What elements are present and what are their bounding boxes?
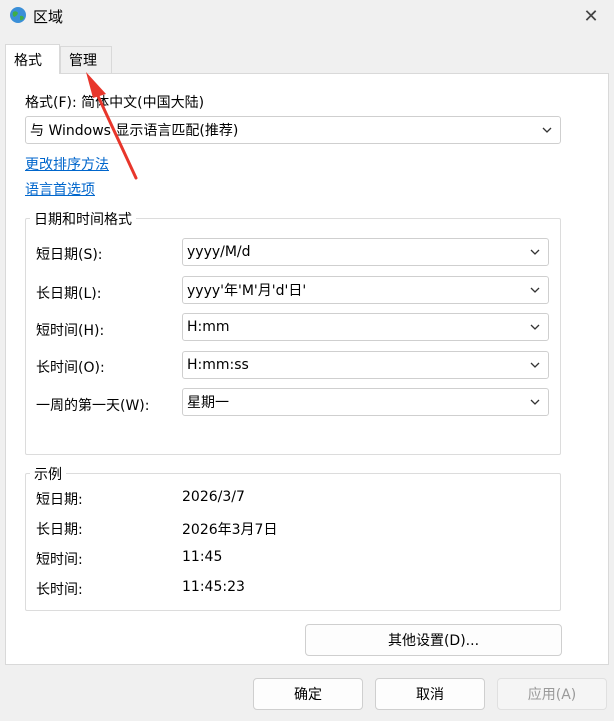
apply-button[interactable]: 应用(A) <box>497 678 607 710</box>
long-date-value: yyyy'年'M'月'd'日' <box>187 283 307 299</box>
globe-icon <box>10 7 26 23</box>
cancel-button[interactable]: 取消 <box>375 678 485 710</box>
short-time-select[interactable]: H:mm <box>182 313 549 341</box>
example-long-time-label: 长时间: <box>36 582 83 598</box>
chevron-down-icon <box>530 399 540 405</box>
long-date-label: 长日期(L): <box>36 286 102 302</box>
title-bar: 区域 ✕ <box>0 0 614 32</box>
example-long-date-label: 长日期: <box>36 522 83 538</box>
tab-format[interactable]: 格式 <box>5 44 60 74</box>
other-settings-label: 其他设置(D)... <box>387 633 480 649</box>
first-day-label: 一周的第一天(W): <box>36 398 150 414</box>
examples-group-title: 示例 <box>30 464 66 484</box>
first-day-value: 星期一 <box>187 395 229 411</box>
long-time-value: H:mm:ss <box>187 357 249 373</box>
example-short-time-label: 短时间: <box>36 552 83 568</box>
language-preferences-link[interactable]: 语言首选项 <box>25 179 95 199</box>
tab-format-label: 格式 <box>14 52 42 69</box>
short-date-select[interactable]: yyyy/M/d <box>182 238 549 266</box>
ok-button-label: 确定 <box>294 687 322 703</box>
examples-group <box>25 473 561 611</box>
long-date-select[interactable]: yyyy'年'M'月'd'日' <box>182 276 549 304</box>
chevron-down-icon <box>542 127 552 133</box>
chevron-down-icon <box>530 249 540 255</box>
format-select-value: 与 Windows 显示语言匹配(推荐) <box>30 123 239 139</box>
example-long-time-value: 11:45:23 <box>182 579 245 595</box>
short-time-value: H:mm <box>187 319 230 335</box>
close-icon: ✕ <box>583 5 599 27</box>
datetime-group-title: 日期和时间格式 <box>30 209 136 229</box>
short-date-label: 短日期(S): <box>36 247 103 263</box>
format-label: 格式(F): 简体中文(中国大陆) <box>25 95 205 111</box>
example-short-date-value: 2026/3/7 <box>182 489 245 505</box>
chevron-down-icon <box>530 324 540 330</box>
example-long-date-value: 2026年3月7日 <box>182 522 278 538</box>
long-time-select[interactable]: H:mm:ss <box>182 351 549 379</box>
apply-button-label: 应用(A) <box>527 687 577 703</box>
tab-manage-label: 管理 <box>69 53 97 69</box>
window-title: 区域 <box>33 8 64 26</box>
tab-manage[interactable]: 管理 <box>60 46 112 73</box>
format-select[interactable]: 与 Windows 显示语言匹配(推荐) <box>25 116 561 144</box>
chevron-down-icon <box>530 362 540 368</box>
change-sort-link[interactable]: 更改排序方法 <box>25 154 109 174</box>
first-day-select[interactable]: 星期一 <box>182 388 549 416</box>
other-settings-button[interactable]: 其他设置(D)... <box>305 624 562 656</box>
chevron-down-icon <box>530 287 540 293</box>
long-time-label: 长时间(O): <box>36 360 105 376</box>
example-short-date-label: 短日期: <box>36 492 83 508</box>
cancel-button-label: 取消 <box>416 687 444 703</box>
example-short-time-value: 11:45 <box>182 549 223 565</box>
close-button[interactable]: ✕ <box>568 0 614 32</box>
ok-button[interactable]: 确定 <box>253 678 363 710</box>
short-date-value: yyyy/M/d <box>187 244 251 260</box>
short-time-label: 短时间(H): <box>36 323 105 339</box>
